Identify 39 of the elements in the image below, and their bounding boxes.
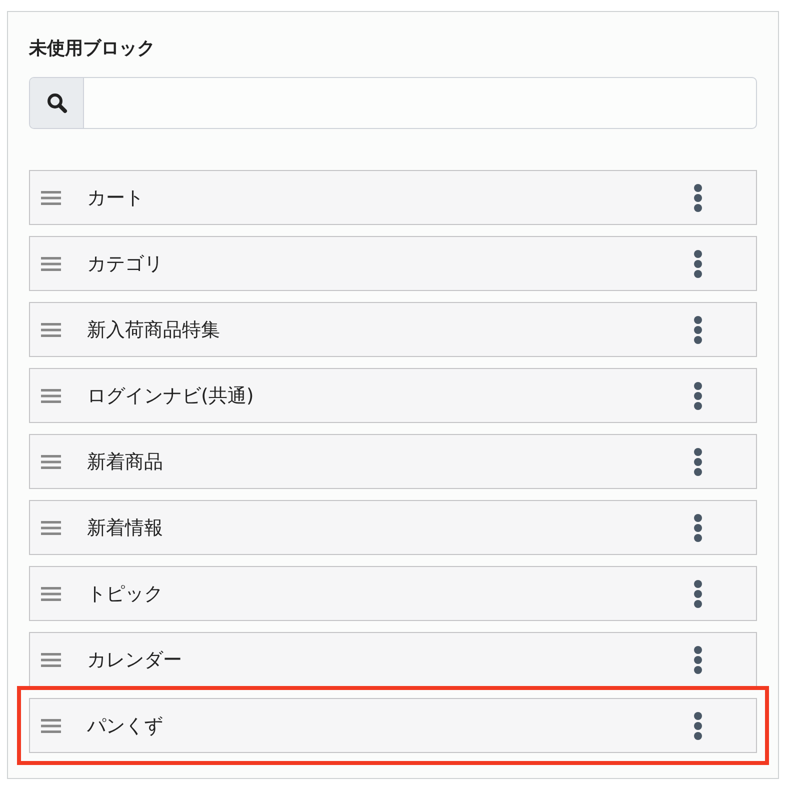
drag-handle-icon[interactable] bbox=[41, 388, 61, 404]
block-name: パンくず bbox=[87, 714, 164, 738]
search-icon[interactable] bbox=[30, 78, 84, 128]
block-item[interactable]: カレンダー bbox=[29, 632, 757, 687]
more-options-icon[interactable] bbox=[694, 448, 702, 476]
block-item[interactable]: カート bbox=[29, 170, 757, 225]
block-item[interactable]: パンくず bbox=[29, 698, 757, 753]
block-name: カレンダー bbox=[87, 648, 183, 672]
drag-handle-icon[interactable] bbox=[41, 586, 61, 602]
drag-handle-icon[interactable] bbox=[41, 322, 61, 338]
block-item[interactable]: ログインナビ(共通) bbox=[29, 368, 757, 423]
more-options-icon[interactable] bbox=[694, 580, 702, 608]
panel-title: 未使用ブロック bbox=[29, 37, 156, 61]
more-options-icon[interactable] bbox=[694, 316, 702, 344]
block-name: 新入荷商品特集 bbox=[87, 318, 221, 342]
block-name: カート bbox=[87, 186, 145, 210]
more-options-icon[interactable] bbox=[694, 250, 702, 278]
block-item[interactable]: 新着商品 bbox=[29, 434, 757, 489]
search-field[interactable] bbox=[29, 77, 757, 129]
more-options-icon[interactable] bbox=[694, 712, 702, 740]
block-item[interactable]: カテゴリ bbox=[29, 236, 757, 291]
drag-handle-icon[interactable] bbox=[41, 256, 61, 272]
drag-handle-icon[interactable] bbox=[41, 652, 61, 668]
block-name: カテゴリ bbox=[87, 252, 164, 276]
more-options-icon[interactable] bbox=[694, 514, 702, 542]
more-options-icon[interactable] bbox=[694, 184, 702, 212]
block-name: トピック bbox=[87, 582, 164, 606]
more-options-icon[interactable] bbox=[694, 382, 702, 410]
more-options-icon[interactable] bbox=[694, 646, 702, 674]
drag-handle-icon[interactable] bbox=[41, 520, 61, 536]
drag-handle-icon[interactable] bbox=[41, 454, 61, 470]
drag-handle-icon[interactable] bbox=[41, 190, 61, 206]
drag-handle-icon[interactable] bbox=[41, 718, 61, 734]
block-item[interactable]: 新着情報 bbox=[29, 500, 757, 555]
block-name: 新着商品 bbox=[87, 450, 164, 474]
block-name: ログインナビ(共通) bbox=[87, 384, 255, 408]
block-item[interactable]: トピック bbox=[29, 566, 757, 621]
block-name: 新着情報 bbox=[87, 516, 164, 540]
block-item[interactable]: 新入荷商品特集 bbox=[29, 302, 757, 357]
